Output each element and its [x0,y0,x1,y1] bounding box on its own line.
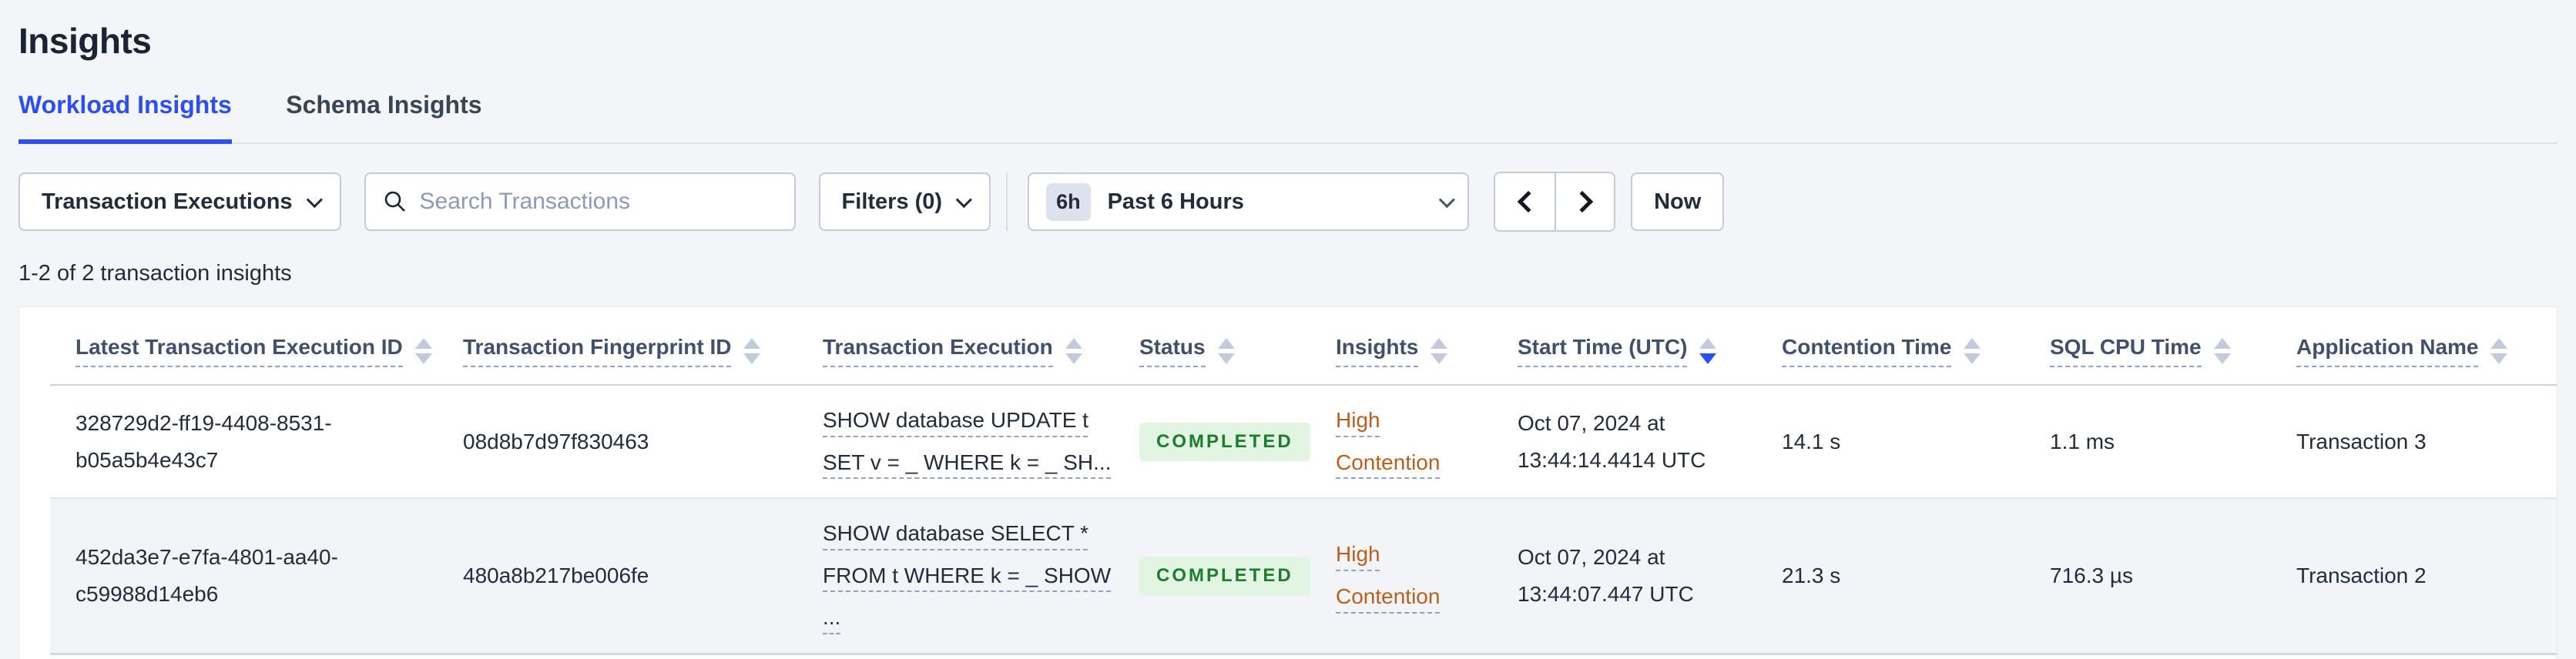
status-badge: COMPLETED [1139,557,1310,596]
column-header-insights[interactable]: Insights [1336,307,1518,386]
next-time-button[interactable] [1555,173,1615,230]
table-row: 452da3e7-e7fa-4801-aa40- c59988d14eb6 48… [50,498,2557,654]
table-row: 328729d2-ff19-4408-8531- b05a5b4e43c7 08… [50,385,2557,499]
cell-sql-cpu-time: 1.1 ms [2050,429,2115,453]
high-contention-link[interactable]: High Contention [1336,400,1440,483]
cell-start-time: Oct 07, 2024 at 13:44:14.4414 UTC [1518,411,1706,472]
insights-page: Insights Workload Insights Schema Insigh… [0,0,2576,659]
cell-contention-time: 14.1 s [1782,429,1841,453]
now-button[interactable]: Now [1631,172,1725,231]
sort-icon-active-desc [1699,338,1717,364]
sort-icon [2213,338,2231,364]
cell-application-name: Transaction 2 [2296,564,2427,588]
cell-sql-cpu-time: 716.3 µs [2050,564,2133,588]
filters-dropdown[interactable]: Filters (0) [818,172,991,231]
table-header-row: Latest Transaction Execution ID Transact… [50,307,2557,386]
column-header-sql-cpu-time[interactable]: SQL CPU Time [2050,307,2296,386]
tab-bar: Workload Insights Schema Insights [18,91,2558,144]
transaction-insights-table: Latest Transaction Execution ID Transact… [50,307,2557,655]
cell-start-time: Oct 07, 2024 at 13:44:07.447 UTC [1518,545,1694,607]
cell-fingerprint-id: 08d8b7d97f830463 [463,429,649,453]
page-title: Insights [18,21,152,61]
cell-execution-id: 328729d2-ff19-4408-8531- b05a5b4e43c7 [75,411,332,472]
sort-icon [2490,338,2508,364]
insight-type-label: Transaction Executions [42,189,293,214]
column-header-transaction-fingerprint-id[interactable]: Transaction Fingerprint ID [463,307,823,386]
high-contention-link[interactable]: High Contention [1336,534,1440,617]
sort-icon [1431,338,1448,364]
insight-type-dropdown[interactable]: Transaction Executions [18,172,341,231]
cell-execution-id: 452da3e7-e7fa-4801-aa40- c59988d14eb6 [75,545,338,607]
column-header-contention-time[interactable]: Contention Time [1782,307,2050,386]
toolbar-divider [1006,172,1008,231]
chevron-down-icon [1438,191,1456,208]
filters-label: Filters (0) [841,189,943,214]
status-badge: COMPLETED [1139,422,1310,462]
cell-application-name: Transaction 3 [2296,429,2427,453]
cell-contention-time: 21.3 s [1782,564,1841,588]
time-range-dropdown[interactable]: 6h Past 6 Hours [1028,172,1470,231]
transaction-execution-link[interactable]: SHOW database UPDATE t SET v = _ WHERE k… [823,400,1112,483]
time-range-badge: 6h [1046,182,1091,221]
now-label: Now [1654,189,1702,214]
column-header-latest-transaction-execution-id[interactable]: Latest Transaction Execution ID [50,307,463,386]
column-header-status[interactable]: Status [1139,307,1336,386]
sort-icon [414,338,432,364]
time-range-label: Past 6 Hours [1107,189,1244,214]
insights-table-card: Latest Transaction Execution ID Transact… [18,306,2558,659]
chevron-right-icon [1571,190,1593,213]
prev-time-button[interactable] [1495,173,1555,230]
chevron-left-icon [1517,190,1539,213]
chevron-down-icon [306,191,323,208]
results-count: 1-2 of 2 transaction insights [18,261,292,286]
cell-fingerprint-id: 480a8b217be006fe [463,564,649,588]
transaction-execution-link[interactable]: SHOW database SELECT * FROM t WHERE k = … [823,513,1111,639]
column-header-transaction-execution[interactable]: Transaction Execution [823,307,1139,386]
search-input[interactable] [419,189,777,215]
sort-icon [1964,338,1981,364]
time-step-buttons [1494,172,1616,232]
search-box[interactable] [364,172,796,231]
sort-icon [1065,338,1082,364]
tab-schema-insights[interactable]: Schema Insights [286,91,481,144]
sort-icon [743,338,761,364]
toolbar: Transaction Executions Filters (0) 6h Pa… [18,172,2558,232]
tab-workload-insights[interactable]: Workload Insights [18,91,232,144]
column-header-start-time[interactable]: Start Time (UTC) [1518,307,1782,386]
sort-icon [1217,338,1235,364]
search-icon [384,191,405,212]
column-header-application-name[interactable]: Application Name [2296,307,2557,386]
chevron-down-icon [955,191,973,208]
